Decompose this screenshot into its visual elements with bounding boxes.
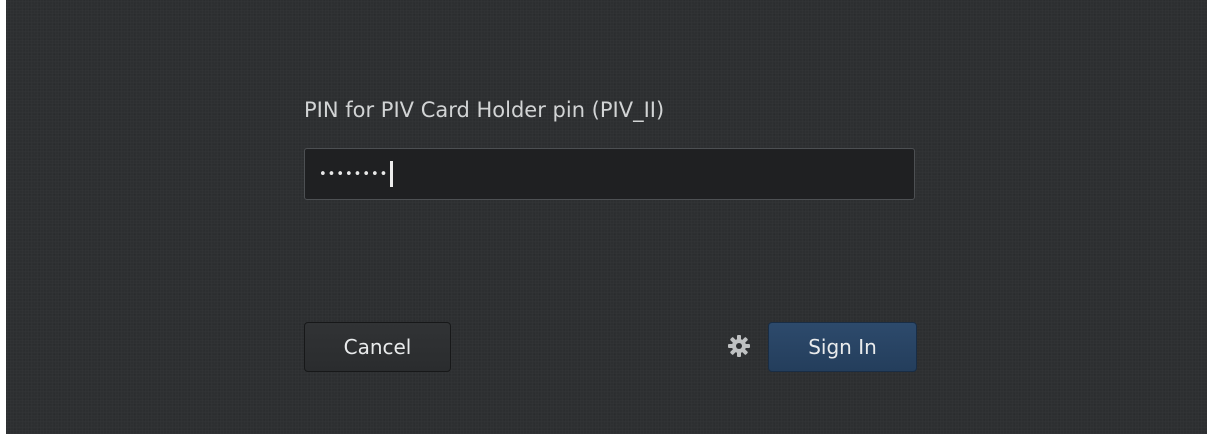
pin-input[interactable]: •••••••• (304, 148, 915, 200)
text-cursor (390, 161, 394, 187)
cancel-button-label: Cancel (343, 335, 412, 359)
login-dialog: PIN for PIV Card Holder pin (PIV_II) •••… (6, 0, 1207, 434)
cancel-button[interactable]: Cancel (304, 322, 451, 372)
pin-prompt-label: PIN for PIV Card Holder pin (PIV_II) (304, 98, 665, 122)
gear-icon[interactable] (727, 334, 751, 358)
sign-in-button[interactable]: Sign In (768, 322, 917, 372)
sign-in-button-label: Sign In (808, 335, 877, 359)
pin-input-value: •••••••• (319, 166, 389, 182)
